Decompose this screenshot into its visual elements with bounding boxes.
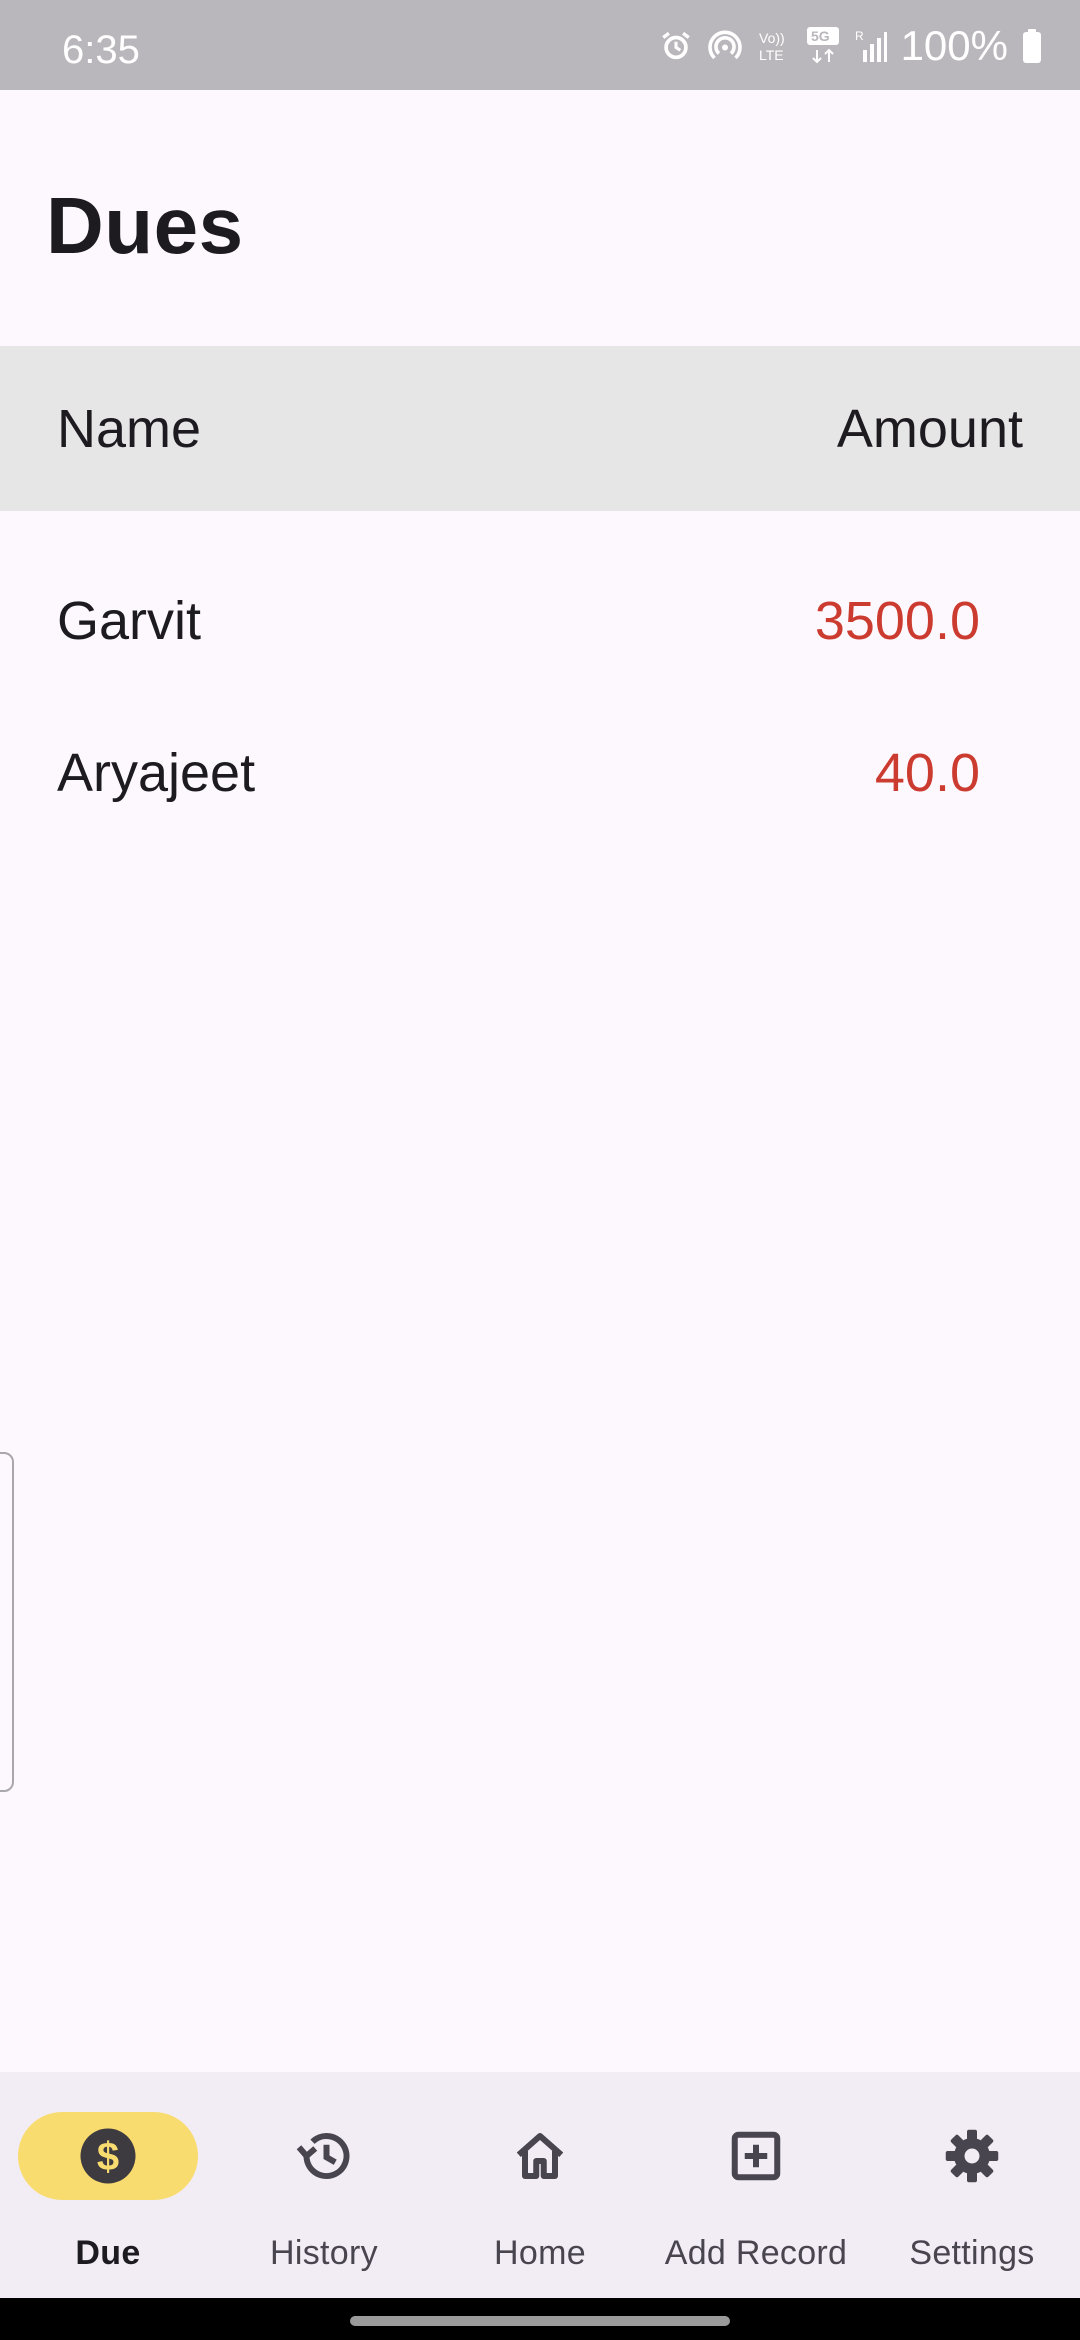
row-name: Aryajeet — [57, 743, 256, 803]
bottom-navigation: $ Due History Home Add Record Settings — [0, 2072, 1080, 2298]
hotspot-icon — [707, 28, 743, 64]
5g-icon: 5G — [805, 26, 841, 66]
row-amount: 3500.0 — [814, 591, 980, 651]
battery-percentage: 100% — [900, 22, 1008, 69]
nav-label-due: Due — [75, 2234, 141, 2272]
nav-item-due[interactable]: $ Due — [0, 2072, 216, 2298]
row-name: Garvit — [57, 591, 202, 651]
gear-icon — [942, 2126, 1002, 2186]
svg-text:$: $ — [97, 2135, 119, 2179]
table-row[interactable]: Aryajeet 40.0 — [0, 712, 1080, 832]
column-header-amount: Amount — [836, 399, 1023, 459]
nav-item-home[interactable]: Home — [432, 2072, 648, 2298]
status-bar: 6:35 Vo)) LTE 5G R 100% — [0, 0, 1080, 90]
add-box-icon — [726, 2126, 786, 2186]
nav-item-settings[interactable]: Settings — [864, 2072, 1080, 2298]
signal-icon: R — [855, 28, 887, 64]
svg-text:Vo)): Vo)) — [759, 30, 785, 46]
edge-panel-handle[interactable] — [0, 1452, 14, 1792]
nav-item-add-record[interactable]: Add Record — [648, 2072, 864, 2298]
battery-icon — [1022, 29, 1042, 63]
nav-label-history: History — [270, 2234, 378, 2272]
volte-icon: Vo)) LTE — [757, 28, 791, 64]
row-amount: 40.0 — [874, 743, 980, 803]
nav-item-history[interactable]: History — [216, 2072, 432, 2298]
column-header-name: Name — [57, 399, 202, 459]
status-time: 6:35 — [62, 28, 140, 72]
svg-text:R: R — [855, 29, 864, 43]
home-icon — [510, 2126, 570, 2186]
svg-text:LTE: LTE — [759, 47, 784, 63]
history-icon — [294, 2126, 354, 2186]
alarm-icon — [659, 29, 693, 63]
table-row[interactable]: Garvit 3500.0 — [0, 560, 1080, 680]
status-icons: Vo)) LTE 5G R 100% — [659, 24, 1042, 68]
home-gesture-bar[interactable] — [350, 2316, 730, 2326]
dollar-icon: $ — [78, 2126, 138, 2186]
nav-label-add-record: Add Record — [664, 2234, 848, 2272]
nav-label-home: Home — [494, 2234, 586, 2272]
nav-label-settings: Settings — [909, 2234, 1035, 2272]
svg-text:5G: 5G — [811, 28, 830, 44]
page-title: Dues — [46, 181, 244, 270]
